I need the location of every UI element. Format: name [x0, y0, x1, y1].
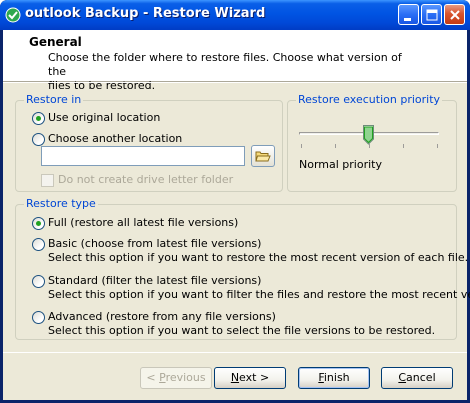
priority-label: Restore execution priority — [296, 93, 443, 106]
description-line-1: Choose the folder where to restore files… — [48, 51, 402, 78]
radio-label: Use original location — [48, 111, 161, 124]
next-access-key: N — [230, 371, 240, 384]
previous-label: revious — [165, 371, 206, 384]
app-icon — [5, 7, 21, 23]
wizard-body: General Choose the folder where to resto… — [3, 30, 470, 400]
maximize-icon — [426, 9, 438, 21]
previous-button[interactable]: < Previous — [140, 367, 212, 389]
no-drive-letter-checkbox[interactable] — [41, 174, 54, 187]
finish-label: inish — [323, 371, 350, 384]
finish-button[interactable]: Finish — [298, 367, 370, 389]
close-icon — [450, 10, 460, 20]
wizard-header: General Choose the folder where to resto… — [3, 30, 467, 92]
basic-description: Select this option if you want to restor… — [48, 251, 469, 264]
slider-tick — [437, 144, 438, 148]
cancel-button[interactable]: Cancel — [381, 367, 453, 389]
checkbox-label: Do not create drive letter folder — [58, 173, 234, 186]
window-title: outlook Backup - Restore Wizard — [25, 6, 266, 21]
radio-button[interactable] — [32, 112, 45, 125]
radio-button[interactable] — [32, 217, 45, 230]
restore-wizard-window: outlook Backup - Restore Wizard General … — [0, 0, 470, 403]
restore-type-label: Restore type — [24, 197, 98, 210]
radio-button[interactable] — [32, 275, 45, 288]
slider-tick — [403, 144, 404, 148]
folder-open-icon — [255, 151, 271, 162]
next-button[interactable]: Next > — [214, 367, 286, 389]
browse-folder-button[interactable] — [251, 145, 275, 167]
restore-in-label: Restore in — [24, 93, 84, 106]
standard-description: Select this option if you want to filter… — [48, 288, 470, 301]
slider-tick — [301, 144, 302, 148]
cancel-label: ancel — [406, 371, 436, 384]
page-title: General — [29, 35, 82, 49]
priority-value-label: Normal priority — [299, 158, 382, 171]
maximize-button[interactable] — [421, 4, 442, 25]
radio-label: Advanced (restore from any file versions… — [48, 310, 276, 323]
radio-button[interactable] — [32, 133, 45, 146]
page-description: Choose the folder where to restore files… — [48, 51, 408, 93]
close-button[interactable] — [444, 4, 465, 25]
slider-thumb-icon — [363, 125, 374, 145]
minimize-button[interactable] — [398, 4, 419, 25]
advanced-description: Select this option if you want to select… — [48, 324, 436, 337]
radio-label: Full (restore all latest file versions) — [48, 216, 239, 229]
radio-label: Basic (choose from latest file versions) — [48, 237, 262, 250]
location-path-input[interactable] — [41, 146, 245, 166]
radio-label: Standard (filter the latest file version… — [48, 274, 262, 287]
slider-tick — [335, 144, 336, 148]
minimize-icon — [404, 18, 411, 21]
radio-label: Choose another location — [48, 132, 183, 145]
next-label: ext > — [239, 371, 270, 384]
footer-separator — [3, 352, 467, 353]
radio-button[interactable] — [32, 238, 45, 251]
priority-group: Restore execution priority — [287, 93, 457, 192]
title-bar[interactable]: outlook Backup - Restore Wizard — [0, 0, 470, 30]
cancel-access-key: C — [398, 371, 407, 384]
radio-button[interactable] — [32, 311, 45, 324]
previous-prefix: < — [146, 371, 160, 384]
priority-slider-thumb[interactable] — [363, 125, 374, 145]
header-separator — [3, 82, 467, 83]
